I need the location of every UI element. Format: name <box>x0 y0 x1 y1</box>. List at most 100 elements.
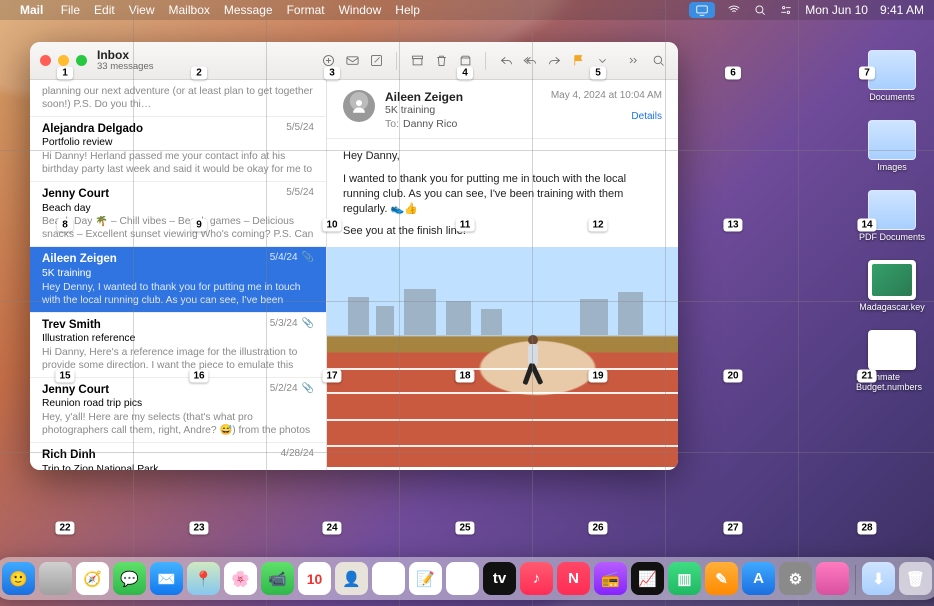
delete-button[interactable] <box>431 51 451 71</box>
filter-button[interactable] <box>318 51 338 71</box>
menu-help[interactable]: Help <box>395 3 420 17</box>
grid-number[interactable]: 26 <box>588 522 607 535</box>
menubar-time[interactable]: 9:41 AM <box>880 3 924 17</box>
dock-trash[interactable]: 🗑 <box>899 562 932 595</box>
app-name[interactable]: Mail <box>20 3 43 17</box>
dock-numbers[interactable]: ▥ <box>668 562 701 595</box>
window-controls[interactable] <box>40 55 87 66</box>
menu-view[interactable]: View <box>129 3 155 17</box>
desktop-item-pdf-documents[interactable]: PDF Documents <box>856 190 928 242</box>
desktop-icons: Documents Images PDF Documents Madagasca… <box>856 50 928 392</box>
dock-freeform[interactable] <box>446 562 479 595</box>
folder-icon <box>868 190 916 230</box>
dock-journal[interactable] <box>816 562 849 595</box>
dock-podcasts[interactable]: 📻 <box>594 562 627 595</box>
dock-tv[interactable]: tv <box>483 562 516 595</box>
status-area[interactable]: Mon Jun 10 9:41 AM <box>689 2 924 18</box>
grid-number[interactable]: 22 <box>55 522 74 535</box>
file-icon <box>868 260 916 300</box>
dock-finder[interactable]: 🙂 <box>2 562 35 595</box>
message-row[interactable]: Aileen Zeigen 5/4/24📎 5K training Hey De… <box>30 247 326 312</box>
desktop-item-images[interactable]: Images <box>856 120 928 172</box>
sender-avatar[interactable] <box>343 90 375 122</box>
dock-messages[interactable]: 💬 <box>113 562 146 595</box>
grid-number[interactable]: 20 <box>723 370 742 383</box>
compose-button[interactable] <box>366 51 386 71</box>
message-body[interactable]: Hey Danny, I wanted to thank you for put… <box>327 139 678 467</box>
dock[interactable]: 🙂 🧭💬✉️📍🌸📹10👤 📝 tv♪N📻📈▥✎A⚙︎ ⬇︎🗑 <box>0 557 934 600</box>
attachment-icon: 📎 <box>302 318 314 329</box>
desktop-item-documents[interactable]: Documents <box>856 50 928 102</box>
grid-number[interactable]: 28 <box>857 522 876 535</box>
row-date: 4/28/24 <box>281 448 314 459</box>
message-detail: Aileen Zeigen 5K training To:Danny Rico … <box>327 80 678 470</box>
details-link[interactable]: Details <box>551 111 662 122</box>
dock-downloads[interactable]: ⬇︎ <box>862 562 895 595</box>
desktop-item-roommate-budget-numbers[interactable]: Roommate Budget.numbers <box>856 330 928 392</box>
flag-dropdown[interactable] <box>592 51 612 71</box>
row-subject: Trip to Zion National Park <box>42 464 314 470</box>
dock-news[interactable]: N <box>557 562 590 595</box>
menu-mailbox[interactable]: Mailbox <box>169 3 210 17</box>
dock-safari[interactable]: 🧭 <box>76 562 109 595</box>
junk-button[interactable] <box>455 51 475 71</box>
menu-format[interactable]: Format <box>287 3 325 17</box>
reply-all-button[interactable] <box>520 51 540 71</box>
inline-attachment[interactable] <box>327 247 678 467</box>
dock-maps[interactable]: 📍 <box>187 562 220 595</box>
dock-music[interactable]: ♪ <box>520 562 553 595</box>
menu-file[interactable]: File <box>61 3 80 17</box>
menu-edit[interactable]: Edit <box>94 3 115 17</box>
mail-titlebar[interactable]: Inbox 33 messages <box>30 42 678 80</box>
spotlight-icon <box>753 3 767 17</box>
grid-number[interactable]: 6 <box>725 67 741 80</box>
grid-number[interactable]: 23 <box>189 522 208 535</box>
dock-notes[interactable]: 📝 <box>409 562 442 595</box>
row-preview: Beach Day 🌴 – Chill vibes – Beach games … <box>42 216 314 240</box>
menu-message[interactable]: Message <box>224 3 273 17</box>
menubar-date[interactable]: Mon Jun 10 <box>805 3 868 17</box>
row-subject: Reunion road trip pics <box>42 398 314 411</box>
menu-window[interactable]: Window <box>339 3 382 17</box>
mailbox-count: 33 messages <box>97 62 154 72</box>
dock-settings[interactable]: ⚙︎ <box>779 562 812 595</box>
dock-photos[interactable]: 🌸 <box>224 562 257 595</box>
row-sender: Jenny Court <box>42 187 109 201</box>
message-row[interactable]: Jenny Court 5/2/24📎 Reunion road trip pi… <box>30 378 326 443</box>
reply-button[interactable] <box>496 51 516 71</box>
dock-contacts[interactable]: 👤 <box>335 562 368 595</box>
message-row[interactable]: Alejandra Delgado 5/5/24 Portfolio revie… <box>30 117 326 182</box>
body-greeting: Hey Danny, <box>343 149 662 164</box>
dock-pages[interactable]: ✎ <box>705 562 738 595</box>
body-p2: See you at the finish line! <box>343 224 662 239</box>
dock-appstore[interactable]: A <box>742 562 775 595</box>
archive-button[interactable] <box>407 51 427 71</box>
zoom-button[interactable] <box>76 55 87 66</box>
forward-button[interactable] <box>544 51 564 71</box>
grid-number[interactable]: 25 <box>455 522 474 535</box>
dock-stocks[interactable]: 📈 <box>631 562 664 595</box>
flag-button[interactable] <box>568 51 588 71</box>
message-row[interactable]: Rich Dinh 4/28/24 Trip to Zion National … <box>30 443 326 470</box>
close-button[interactable] <box>40 55 51 66</box>
detail-timestamp: May 4, 2024 at 10:04 AM <box>551 90 662 101</box>
dock-reminders[interactable] <box>372 562 405 595</box>
dock-facetime[interactable]: 📹 <box>261 562 294 595</box>
grid-number[interactable]: 24 <box>322 522 341 535</box>
desktop-item-madagascar-key[interactable]: Madagascar.key <box>856 260 928 312</box>
new-message-button[interactable] <box>342 51 362 71</box>
search-button[interactable] <box>648 51 668 71</box>
dock-launchpad[interactable] <box>39 562 72 595</box>
app-menus[interactable]: Mail File Edit View Mailbox Message Format Win… <box>20 3 448 17</box>
dock-mail[interactable]: ✉️ <box>150 562 183 595</box>
grid-number[interactable]: 27 <box>723 522 742 535</box>
row-date: 5/5/24 <box>286 187 314 198</box>
message-row[interactable]: Trev Smith 5/3/24📎 Illustration referenc… <box>30 313 326 378</box>
grid-number[interactable]: 13 <box>723 219 742 232</box>
dock-calendar[interactable]: 10 <box>298 562 331 595</box>
message-row[interactable]: planning our next adventure (or at least… <box>30 80 326 117</box>
more-button[interactable] <box>622 51 642 71</box>
message-list[interactable]: planning our next adventure (or at least… <box>30 80 327 470</box>
minimize-button[interactable] <box>58 55 69 66</box>
message-row[interactable]: Jenny Court 5/5/24 Beach day Beach Day 🌴… <box>30 182 326 247</box>
